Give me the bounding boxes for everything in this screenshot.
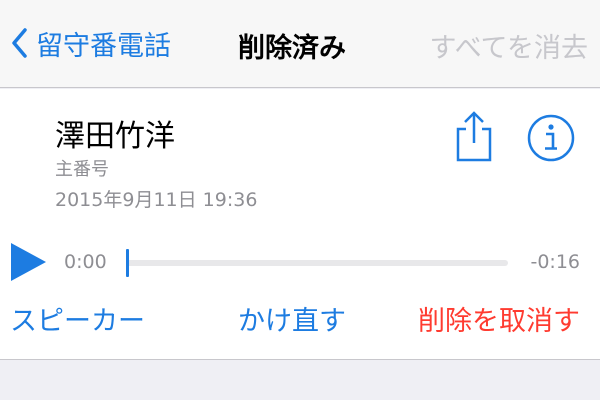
- message-timestamp: 2015年9月11日 19:36: [55, 189, 258, 211]
- scrubber-thumb[interactable]: [126, 249, 129, 277]
- speaker-button[interactable]: スピーカー: [10, 299, 145, 338]
- back-button[interactable]: 留守番電話: [10, 20, 171, 66]
- phone-number-label: 主番号: [55, 159, 109, 180]
- undelete-button[interactable]: 削除を取消す: [418, 299, 580, 338]
- caller-name: 澤田竹洋: [55, 119, 175, 154]
- elapsed-time: 0:00: [64, 251, 107, 273]
- info-icon: [526, 113, 576, 163]
- playback-scrubber[interactable]: [126, 249, 508, 277]
- page-title: 削除済み: [238, 33, 346, 64]
- clear-all-button[interactable]: すべてを消去: [430, 26, 589, 65]
- chevron-left-icon: [10, 27, 28, 59]
- play-button[interactable]: [8, 241, 48, 283]
- back-button-label: 留守番電話: [36, 30, 171, 62]
- remaining-time: -0:16: [530, 251, 580, 273]
- scrubber-track: [126, 260, 508, 266]
- voicemail-detail-card: 澤田竹洋 主番号 2015年9月11日 19:36 0:00 -0:16 スピー…: [0, 89, 600, 360]
- share-icon: [452, 109, 496, 163]
- info-button[interactable]: [526, 113, 576, 163]
- navigation-bar: 留守番電話 削除済み すべてを消去: [0, 0, 600, 88]
- play-icon: [8, 241, 48, 283]
- call-back-button[interactable]: かけ直す: [238, 299, 346, 338]
- share-button[interactable]: [452, 109, 496, 163]
